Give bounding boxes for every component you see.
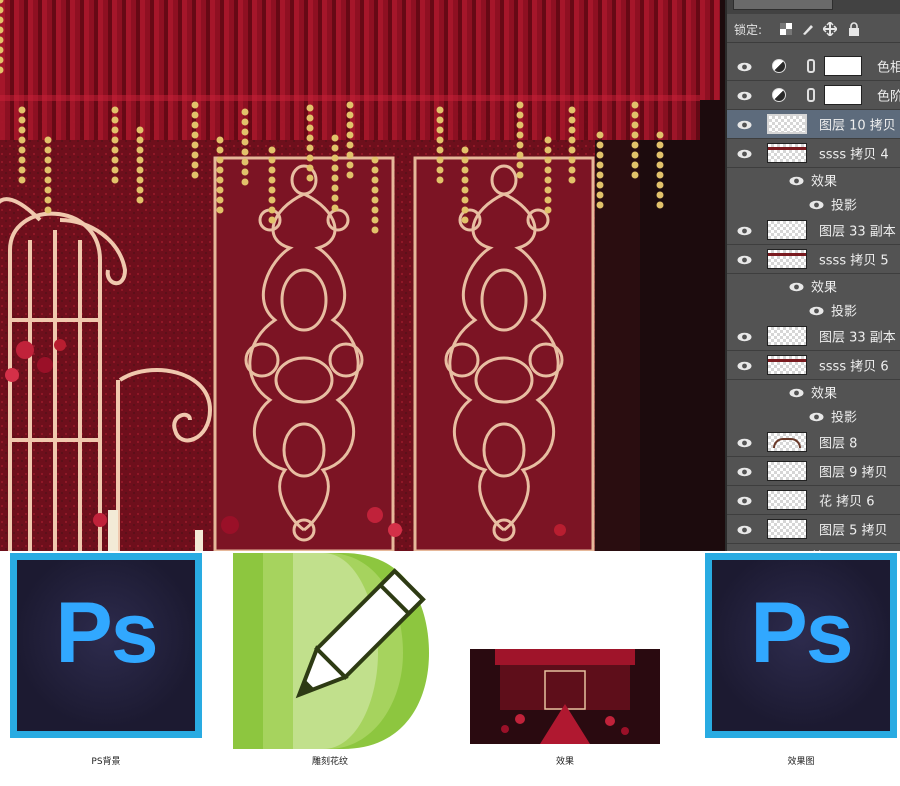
ps-badge-text: Ps [750,585,853,681]
effect-row[interactable]: 投影 [727,298,900,322]
lock-all-icon[interactable] [847,22,861,36]
layer-thumbnail[interactable] [767,461,807,481]
adjustment-icon [772,59,786,73]
layer-name: ssss 拷贝 4 [819,147,889,163]
layer-name: 效果 [811,386,838,402]
layer-name: 投影 [831,410,858,426]
link-icon[interactable] [807,59,815,73]
file-caption-effect-image: 效果图 [787,757,815,767]
link-icon[interactable] [807,88,815,102]
layer-thumbnail[interactable] [767,220,807,240]
eye-icon[interactable] [809,305,824,316]
layer-name: 花 拷贝 6 [819,494,875,510]
layer-row[interactable]: 图层 5 拷贝 [727,515,900,544]
lock-position-icon[interactable] [823,22,837,36]
layer-mask-thumbnail[interactable] [824,56,862,76]
eye-icon[interactable] [737,524,752,535]
effects-row[interactable]: 效果 [727,380,900,404]
photoshop-icon[interactable]: Ps [705,553,897,738]
eye-icon[interactable] [737,360,752,371]
file-caption-ps-background: PS背景 [91,757,121,767]
effects-row[interactable]: 效果 [727,168,900,192]
eye-icon[interactable] [789,387,804,398]
layer-name: 图层 10 拷贝 [819,118,896,134]
layer-name: 色相 [877,60,900,76]
adjustment-layer-row[interactable]: 色阶 [727,81,900,110]
ps-badge-text: Ps [55,585,158,681]
layer-row[interactable]: 图层 33 副本 [727,322,900,351]
layer-row[interactable]: 图层 9 拷贝 [727,457,900,486]
layer-row[interactable]: ssss 拷贝 6 [727,351,900,380]
layers-panel: 锁定: 色相色阶图层 10 拷贝ssss 拷贝 4效果投影图层 33 副本sss… [725,0,900,551]
panel-header [727,0,900,14]
layer-row[interactable]: 花 拷贝 6 [727,486,900,515]
lock-transparent-pixels-icon[interactable] [779,22,793,36]
eye-icon[interactable] [737,225,752,236]
file-caption-effect: 效果 [555,757,574,767]
layer-row[interactable]: 图层 10 拷贝 [727,110,900,139]
layer-name: 图层 9 拷贝 [819,465,888,481]
lock-row: 锁定: [727,17,900,43]
layer-name: 图层 33 副本 [819,330,896,346]
lock-image-pixels-icon[interactable] [801,22,815,36]
render-thumbnail[interactable] [470,649,660,744]
layer-thumbnail[interactable] [767,143,807,163]
layer-row[interactable]: ssss 拷贝 4 [727,139,900,168]
layer-mask-thumbnail[interactable] [824,85,862,105]
layer-thumbnail[interactable] [767,490,807,510]
eye-icon[interactable] [737,148,752,159]
layer-thumbnail[interactable] [767,519,807,539]
stage-render-art [0,0,725,551]
file-icons-row: Ps PS背景 雕刻花纹 效果 Ps 效果图 [0,551,900,786]
layer-row[interactable]: 图层 8 [727,428,900,457]
blend-mode-select[interactable] [733,0,833,10]
eye-icon[interactable] [737,61,752,72]
layer-thumbnail[interactable] [767,114,807,134]
effect-row[interactable]: 投影 [727,192,900,216]
layer-name: 色阶 [877,89,900,105]
layer-name: ssss 拷贝 5 [819,253,889,269]
layer-thumbnail[interactable] [767,432,807,452]
eye-icon[interactable] [737,331,752,342]
render-thumbnail-art [470,649,660,744]
layer-row[interactable]: ssss 拷贝 5 [727,245,900,274]
photoshop-icon[interactable]: Ps [10,553,202,738]
layer-name: 图层 8 [819,436,858,452]
layer-name: 投影 [831,304,858,320]
file-caption-carved-pattern: 雕刻花纹 [311,757,348,767]
eye-icon[interactable] [789,175,804,186]
layer-name: 图层 33 副本 [819,224,896,240]
eye-icon[interactable] [737,466,752,477]
effects-row[interactable]: 效果 [727,544,900,552]
layer-thumbnail[interactable] [767,355,807,375]
adjustment-layer-row[interactable]: 色相 [727,52,900,81]
eye-icon[interactable] [737,495,752,506]
lock-label: 锁定: [734,23,763,37]
layer-name: 效果 [811,174,838,190]
eye-icon[interactable] [737,254,752,265]
layer-name: 效果 [811,280,838,296]
layer-thumbnail[interactable] [767,326,807,346]
eye-icon[interactable] [737,119,752,130]
coreldraw-icon[interactable] [233,553,429,749]
effect-row[interactable]: 投影 [727,404,900,428]
stage-render-preview [0,0,725,551]
layer-name: 图层 5 拷贝 [819,523,888,539]
eye-icon[interactable] [809,411,824,422]
adjustment-icon [772,88,786,102]
eye-icon[interactable] [737,90,752,101]
layer-row[interactable]: 图层 33 副本 [727,216,900,245]
effects-row[interactable]: 效果 [727,274,900,298]
layer-name: 投影 [831,198,858,214]
eye-icon[interactable] [809,199,824,210]
layer-name: ssss 拷贝 6 [819,359,889,375]
eye-icon[interactable] [737,437,752,448]
layer-thumbnail[interactable] [767,249,807,269]
eye-icon[interactable] [789,281,804,292]
